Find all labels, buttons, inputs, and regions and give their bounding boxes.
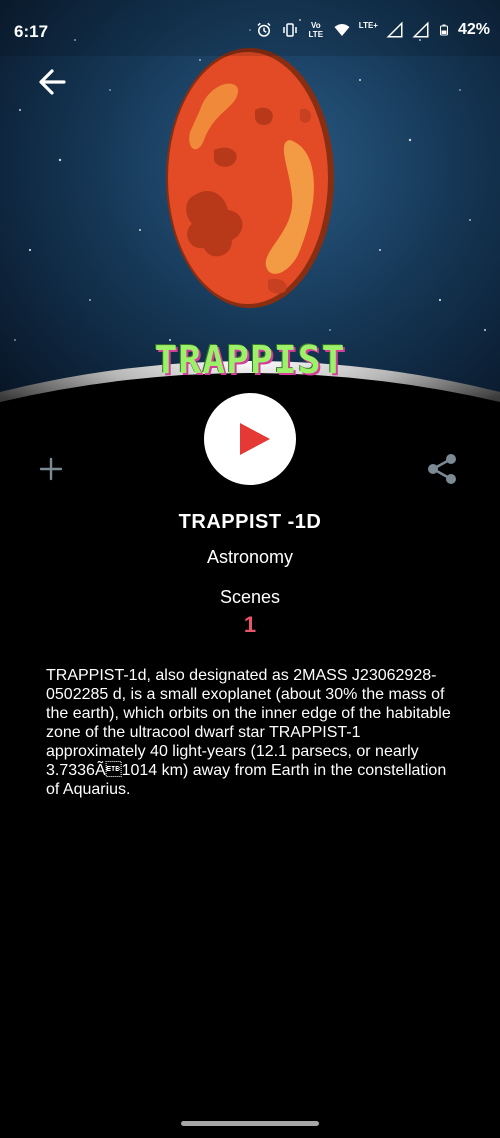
battery-icon bbox=[439, 24, 448, 36]
back-button[interactable] bbox=[34, 66, 70, 98]
planet-illustration bbox=[166, 48, 334, 308]
alarm-icon bbox=[257, 22, 271, 37]
share-button[interactable] bbox=[425, 452, 459, 486]
description-text: TRAPPIST-1d, also designated as 2MASS J2… bbox=[46, 667, 451, 798]
battery-percent: 42% bbox=[457, 21, 490, 38]
status-time: 6:17 bbox=[14, 22, 49, 41]
scenes-count: 1 bbox=[243, 612, 257, 637]
signal-icon-2 bbox=[412, 21, 429, 38]
add-button[interactable] bbox=[38, 456, 64, 482]
status-icons: Vo LTE LTE+ 42% bbox=[255, 21, 490, 39]
plus-icon bbox=[39, 457, 63, 481]
vibrate-icon bbox=[283, 23, 297, 37]
play-icon bbox=[240, 423, 270, 455]
category-label: Astronomy bbox=[206, 547, 294, 567]
lte-label: LTE+ bbox=[358, 20, 378, 30]
home-gesture-bar[interactable] bbox=[181, 1121, 319, 1126]
arrow-left-icon bbox=[39, 69, 66, 95]
page-title: TRAPPIST -1D bbox=[178, 511, 322, 533]
hero-logo: TRAPPIST bbox=[154, 338, 346, 382]
share-icon bbox=[428, 454, 456, 484]
volte-label: Vo LTE bbox=[308, 21, 324, 39]
signal-icon bbox=[386, 21, 403, 38]
play-button[interactable] bbox=[204, 393, 296, 485]
status-bar: 6:17 Vo LTE LTE+ 42% bbox=[0, 0, 500, 56]
wifi-icon bbox=[334, 24, 350, 36]
scenes-label: Scenes bbox=[219, 587, 281, 607]
